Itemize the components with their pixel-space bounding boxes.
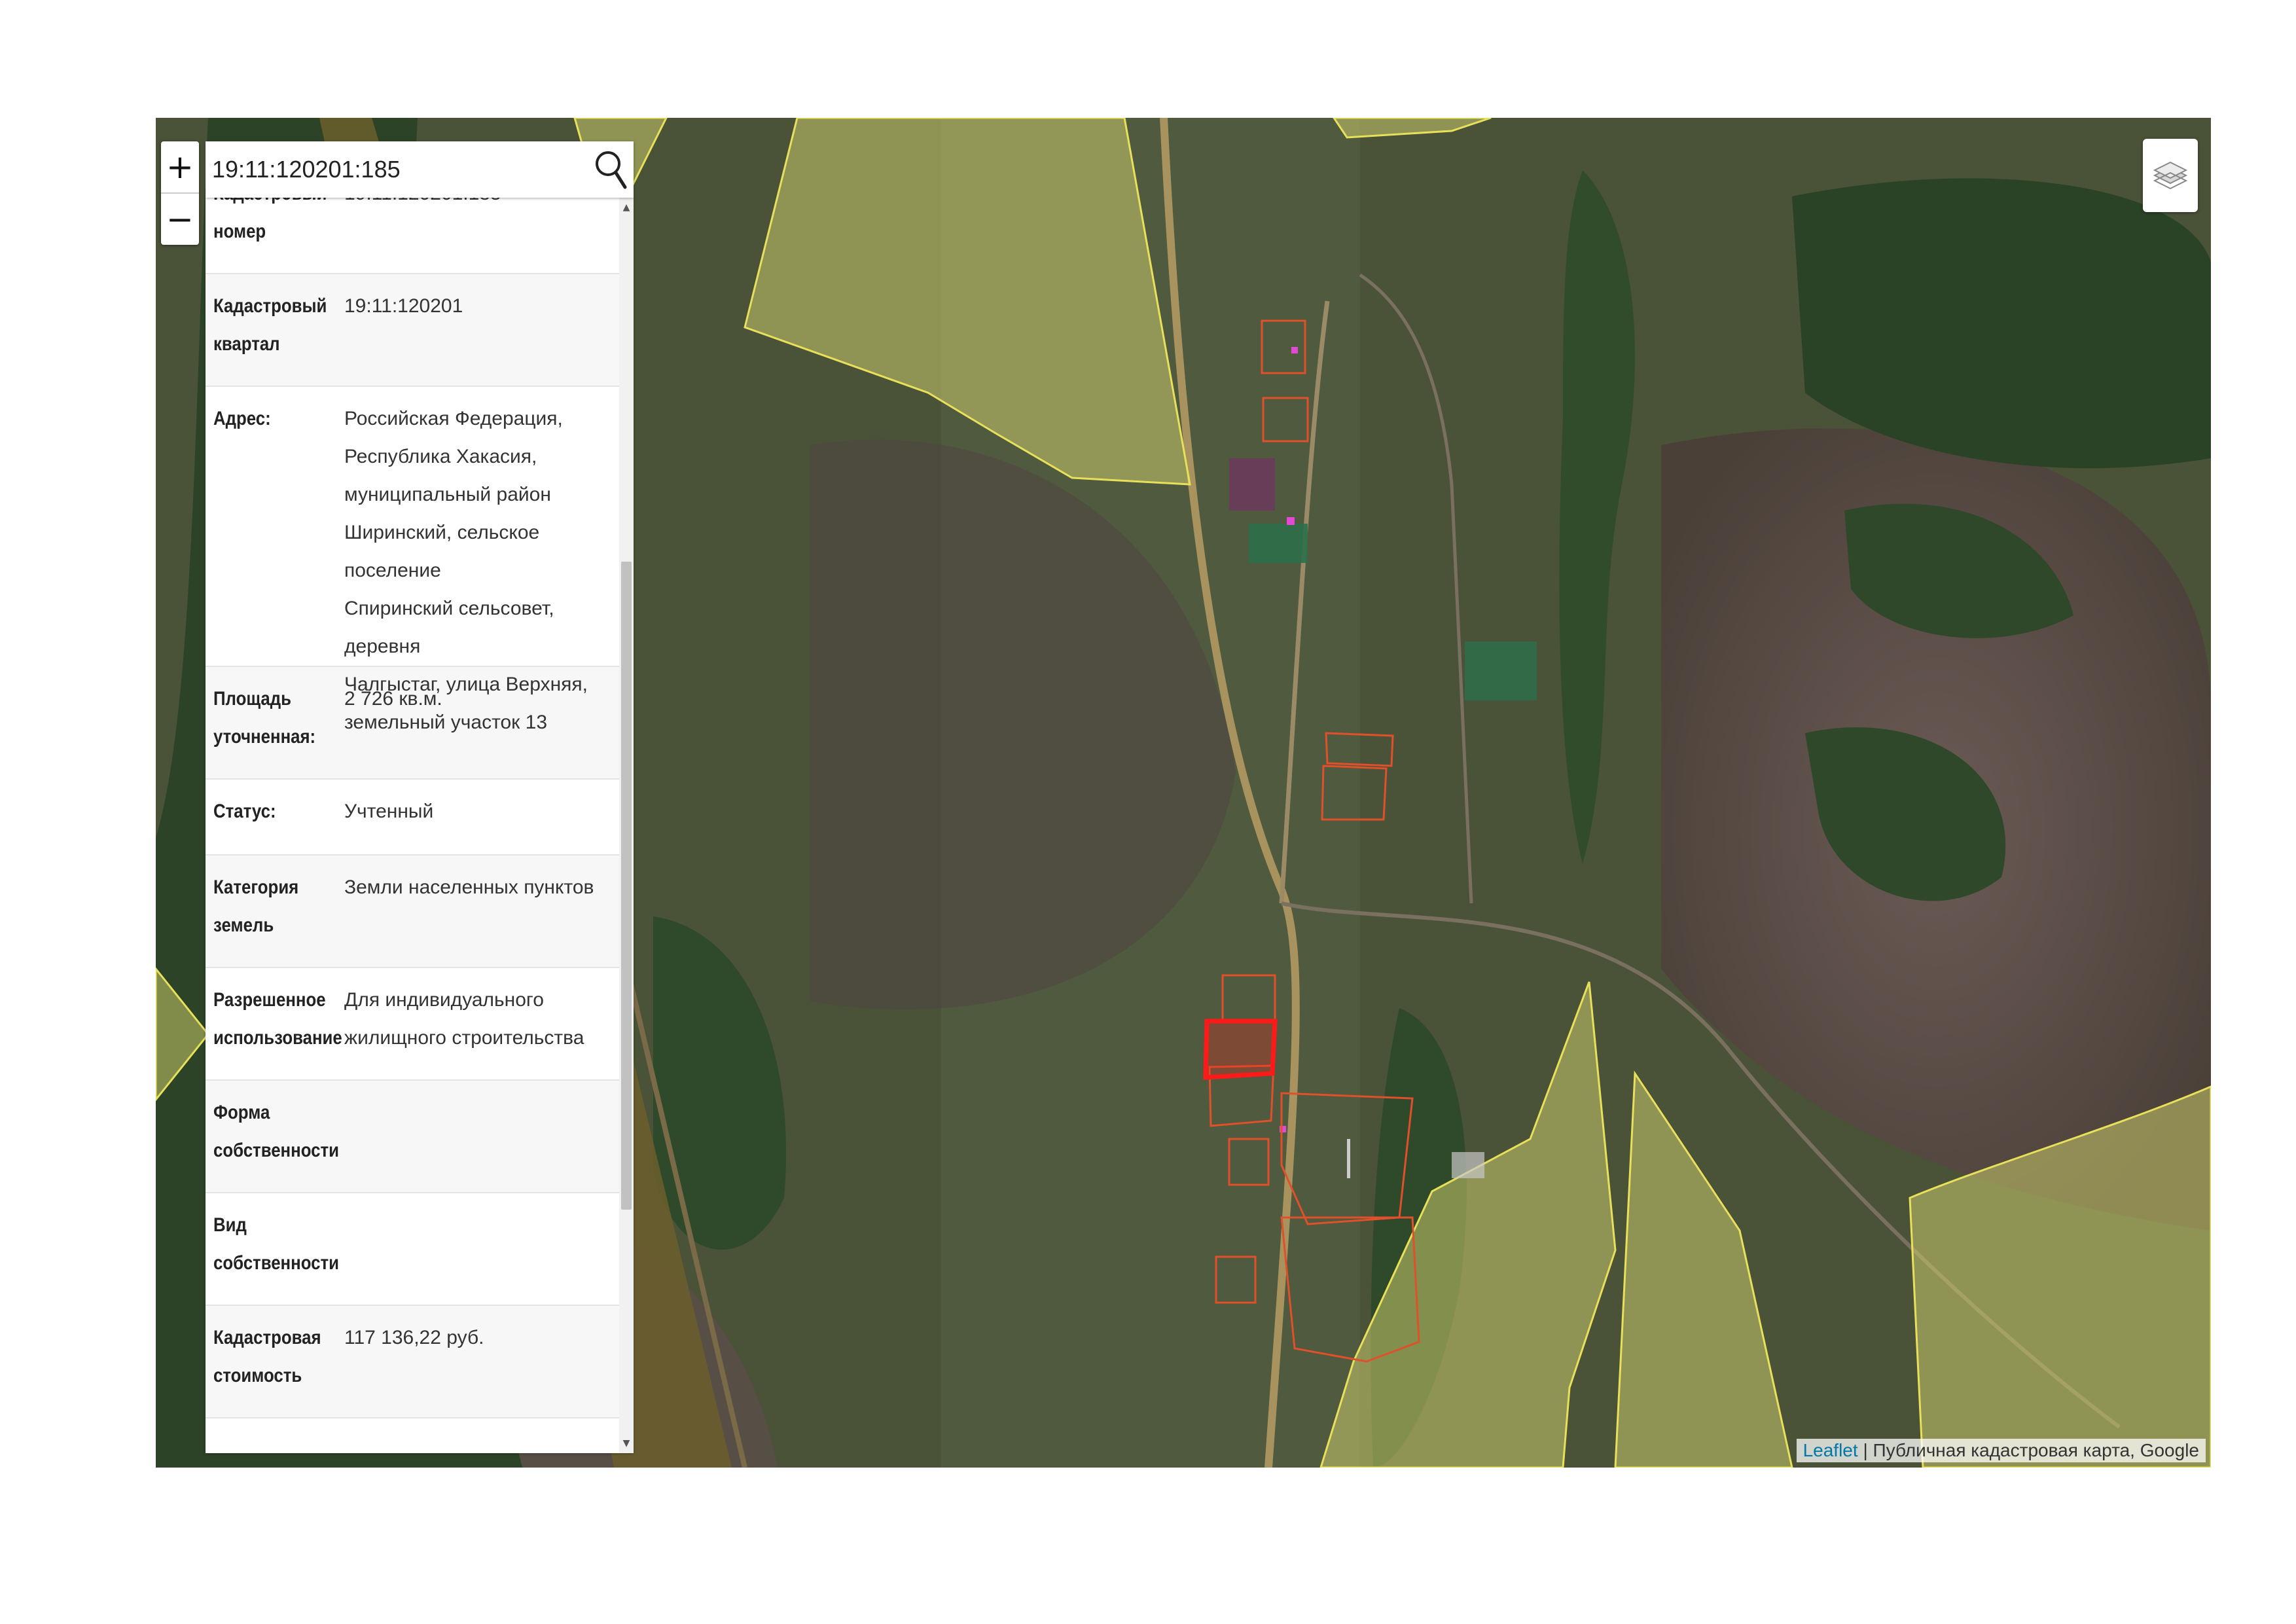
info-value-line: муниципальный район bbox=[344, 484, 551, 505]
info-label-line: стоимость bbox=[213, 1365, 302, 1386]
info-row: Адрес: Российская Федерация, Республика Ха… bbox=[206, 387, 619, 733]
zoom-in-button[interactable]: + bbox=[161, 141, 199, 192]
attribution-separator: | bbox=[1857, 1440, 1873, 1460]
info-label-line: собственности bbox=[213, 1252, 339, 1274]
info-value-line: 117 136,22 руб. bbox=[344, 1327, 484, 1348]
info-value-line: 2 726 кв.м. bbox=[344, 688, 442, 710]
info-value: Для индивидуального жилищного строительст… bbox=[344, 981, 619, 1079]
search-input[interactable] bbox=[212, 147, 588, 192]
info-label-line: квартал bbox=[213, 333, 280, 355]
plus-icon: + bbox=[166, 148, 194, 186]
selected-parcel bbox=[1203, 1019, 1278, 1080]
info-label: Форма собственности bbox=[213, 1094, 339, 1192]
scrollbar[interactable]: ▲ ▼ bbox=[619, 198, 634, 1453]
info-label-line: Категория bbox=[213, 876, 299, 898]
info-row: Кадастровый номер 19:11:120201:185 bbox=[206, 198, 619, 274]
info-row: Вид собственности bbox=[206, 1193, 619, 1306]
info-row: Площадь уточненная: 2 726 кв.м. bbox=[206, 667, 619, 780]
info-table: Кадастровыйномер19:11:120201:185Кадастро… bbox=[206, 198, 619, 1418]
info-label: Адрес: bbox=[213, 400, 326, 666]
info-label-line: Площадь bbox=[213, 688, 292, 710]
info-value-line: Спиринский сельсовет, деревня bbox=[344, 598, 554, 657]
info-value-line: 19:11:120201 bbox=[344, 295, 463, 317]
info-label-line: Кадастровая bbox=[213, 1327, 321, 1348]
info-row: Разрешенное использование Для индивидуальн… bbox=[206, 968, 619, 1081]
info-label-line: Статус: bbox=[213, 801, 276, 822]
info-row: Форма собственности bbox=[206, 1081, 619, 1193]
info-label: Кадастровый квартал bbox=[213, 287, 327, 386]
scroll-thumb[interactable] bbox=[621, 562, 632, 1210]
info-value bbox=[344, 1094, 619, 1192]
info-label-line: использование bbox=[213, 1027, 342, 1049]
info-value-line: Республика Хакасия, bbox=[344, 446, 537, 467]
info-label-line: номер bbox=[213, 221, 266, 242]
info-label-line: уточненная: bbox=[213, 726, 316, 748]
info-value-line: 19:11:120201:185 bbox=[344, 198, 619, 213]
info-label: Категория земель bbox=[213, 869, 326, 967]
info-label-line: Разрешенное bbox=[213, 989, 326, 1011]
info-label-line: земель bbox=[213, 914, 274, 936]
info-value: 117 136,22 руб. bbox=[344, 1319, 619, 1417]
parcel-info-panel[interactable]: Кадастровыйномер19:11:120201:185Кадастро… bbox=[206, 198, 634, 1453]
map-attribution: Leaflet | Публичная кадастровая карта, G… bbox=[1796, 1439, 2206, 1462]
attribution-text: Публичная кадастровая карта, Google bbox=[1873, 1440, 2199, 1460]
info-row: Категория земель Земли населенных пунктов bbox=[206, 856, 619, 968]
info-label: Кадастровая стоимость bbox=[213, 1319, 326, 1417]
info-value-line: Земли населенных пунктов bbox=[344, 876, 594, 898]
info-label-line: Форма bbox=[213, 1102, 270, 1123]
layers-button[interactable] bbox=[2143, 139, 2198, 212]
info-row: Кадастровый квартал 19:11:120201 bbox=[206, 274, 619, 387]
info-label: Вид собственности bbox=[213, 1206, 339, 1305]
info-value: 2 726 кв.м. bbox=[344, 680, 619, 778]
info-label-line: Кадастровый bbox=[213, 198, 327, 213]
info-value-line: Для индивидуального bbox=[344, 989, 544, 1011]
search-box bbox=[206, 141, 634, 198]
info-row: Статус: Учтенный bbox=[206, 780, 619, 856]
zoom-control: + − bbox=[161, 141, 199, 245]
info-label: Площадь уточненная: bbox=[213, 680, 326, 778]
info-label-line: Адрес: bbox=[213, 408, 271, 429]
info-value-line: жилищного строительства bbox=[344, 1027, 584, 1049]
info-value: 19:11:120201:185 bbox=[344, 198, 619, 273]
minus-icon: − bbox=[166, 200, 194, 238]
map-view[interactable]: + − Кадастровыйномер19:11:120201:185Када… bbox=[156, 118, 2211, 1468]
info-label: Разрешенное использование bbox=[213, 981, 342, 1079]
search-button[interactable] bbox=[588, 143, 634, 196]
info-value: Земли населенных пунктов bbox=[344, 869, 619, 967]
scroll-down-icon[interactable]: ▼ bbox=[619, 1435, 634, 1452]
leaflet-link[interactable]: Leaflet bbox=[1803, 1440, 1858, 1460]
info-label: Статус: bbox=[213, 793, 326, 854]
info-value bbox=[344, 1206, 619, 1305]
layers-icon bbox=[2153, 161, 2188, 190]
info-value-line: Учтенный bbox=[344, 801, 434, 822]
info-value-line: Ширинский, сельское поселение bbox=[344, 522, 540, 581]
zoom-out-button[interactable]: − bbox=[161, 192, 199, 245]
info-value: Российская Федерация, Республика Хакасия,… bbox=[344, 400, 619, 733]
info-value: Учтенный bbox=[344, 793, 619, 854]
search-icon bbox=[596, 151, 627, 189]
info-label-line: Вид bbox=[213, 1214, 247, 1236]
info-label-line: Кадастровый bbox=[213, 295, 327, 317]
info-value: 19:11:120201 bbox=[344, 287, 619, 386]
info-label: Кадастровый номер bbox=[213, 198, 327, 273]
info-label-line: собственности bbox=[213, 1140, 339, 1161]
scroll-up-icon[interactable]: ▲ bbox=[619, 199, 634, 216]
info-value-line: Российская Федерация, bbox=[344, 408, 563, 429]
info-row: Кадастровая стоимость 117 136,22 руб. bbox=[206, 1306, 619, 1418]
